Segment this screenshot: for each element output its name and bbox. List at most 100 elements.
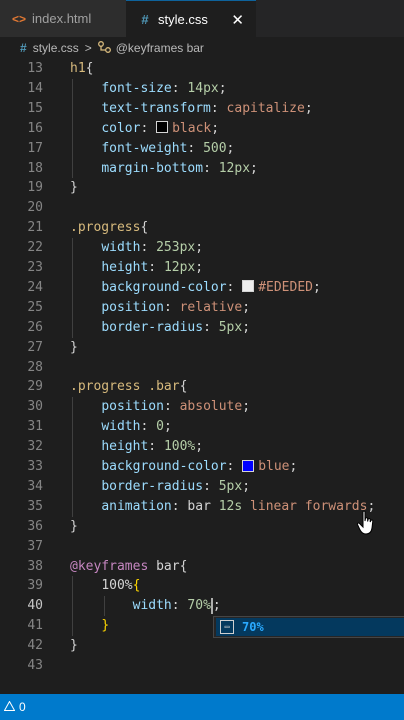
code-line[interactable]: 22 width: 253px;: [0, 238, 404, 258]
code-line[interactable]: 30 position: absolute;: [0, 397, 404, 417]
code-token: width: [101, 240, 141, 256]
code-token: 0: [156, 419, 164, 435]
code-token: height: [101, 439, 149, 455]
indent-guide: [72, 238, 73, 338]
code-line[interactable]: 18 margin-bottom: 12px;: [0, 159, 404, 179]
color-swatch[interactable]: [242, 280, 255, 293]
tab-index-html[interactable]: <> index.html: [0, 0, 126, 37]
code-line[interactable]: 37: [0, 537, 404, 557]
autocomplete-popup[interactable]: ▭ 70%: [213, 616, 404, 638]
code-editor[interactable]: 13 h1{14 font-size: 14px; 15 text-transfor…: [0, 59, 404, 690]
code-line[interactable]: 42}: [0, 636, 404, 656]
code-line[interactable]: 28: [0, 358, 404, 378]
line-code: }: [70, 636, 78, 656]
suggestion-item[interactable]: 70%: [242, 620, 264, 634]
line-number: 43: [27, 658, 43, 673]
line-number: 26: [27, 319, 43, 335]
code-line[interactable]: 36}: [0, 517, 404, 537]
line-number: 24: [27, 279, 43, 295]
code-line[interactable]: 24 background-color: #EDEDED;: [0, 278, 404, 298]
code-token: :: [171, 598, 188, 614]
value-icon: ▭: [220, 620, 234, 634]
code-token: width: [132, 598, 172, 614]
line-number: 36: [27, 518, 43, 534]
code-token: border-radius: [101, 478, 204, 494]
code-token: ;: [242, 299, 251, 315]
code-line[interactable]: 17 font-weight: 500;: [0, 139, 404, 159]
code-token: :: [148, 439, 164, 455]
line-code: }: [70, 338, 78, 358]
code-token: font-size: [101, 80, 172, 96]
hand-pointer-icon: [356, 510, 378, 542]
code-token: color: [101, 120, 141, 136]
color-swatch[interactable]: [156, 121, 169, 134]
code-line[interactable]: 31 width: 0;: [0, 417, 404, 437]
code-token: linear forwards: [242, 498, 368, 514]
breadcrumb-file[interactable]: style.css: [33, 41, 79, 55]
code-line[interactable]: 26 border-radius: 5px;: [0, 318, 404, 338]
code-line[interactable]: 34 border-radius: 5px;: [0, 477, 404, 497]
line-number: 27: [27, 339, 43, 355]
code-token: font-weight: [101, 140, 188, 156]
line-number: 39: [27, 578, 43, 594]
code-line[interactable]: 32 height: 100%;: [0, 437, 404, 457]
code-token: blue: [258, 459, 290, 474]
line-number: 28: [27, 359, 43, 375]
line-number: 40: [27, 598, 43, 614]
line-code: border-radius: 5px;: [70, 318, 250, 338]
line-number: 33: [27, 459, 43, 474]
code-line[interactable]: 39 100%{: [0, 576, 404, 596]
breadcrumb-symbol[interactable]: @keyframes bar: [116, 41, 204, 55]
code-line[interactable]: 23 height: 12px;: [0, 258, 404, 278]
tab-bar: <> index.html # style.css ✕: [0, 0, 404, 38]
code-line[interactable]: 35 animation: bar 12s linear forwards;: [0, 497, 404, 517]
line-number: 31: [27, 419, 43, 435]
code-line[interactable]: 20: [0, 198, 404, 218]
code-token: ;: [226, 140, 235, 156]
code-token: @keyframes: [70, 558, 149, 574]
code-token: 12px: [163, 260, 196, 275]
close-icon[interactable]: ✕: [231, 11, 244, 29]
code-line[interactable]: 43: [0, 656, 404, 676]
code-line[interactable]: 29 .progress .bar{: [0, 377, 404, 397]
code-line[interactable]: 33 background-color: blue;: [0, 457, 404, 477]
tab-style-css[interactable]: # style.css ✕: [126, 0, 256, 38]
code-line[interactable]: 25 position: relative;: [0, 298, 404, 318]
line-number: 21: [27, 220, 43, 236]
code-token: :: [226, 459, 243, 474]
code-token: 5px: [218, 319, 243, 335]
line-number: 37: [27, 538, 43, 554]
code-line[interactable]: 21 .progress{: [0, 218, 404, 238]
problems-count[interactable]: 0: [19, 700, 26, 714]
code-token: ;: [289, 459, 298, 474]
color-swatch[interactable]: [242, 459, 255, 472]
code-line[interactable]: 40 width: 70%;: [0, 596, 404, 616]
line-code: height: 100%;: [70, 437, 203, 457]
line-number: 25: [27, 299, 43, 315]
code-token: :: [163, 299, 180, 315]
code-line[interactable]: 15 text-transform: capitalize;: [0, 99, 404, 119]
line-number: 32: [27, 439, 43, 455]
warning-icon[interactable]: [3, 699, 16, 714]
code-line[interactable]: 13 h1{: [0, 59, 404, 79]
tab-label: style.css: [158, 12, 208, 27]
code-line[interactable]: 27}: [0, 338, 404, 358]
code-line[interactable]: 38 @keyframes bar{: [0, 557, 404, 577]
line-code: width: 253px;: [70, 238, 203, 258]
code-line[interactable]: 19}: [0, 178, 404, 198]
code-token: ;: [195, 240, 204, 256]
code-line[interactable]: 16 color: black;: [0, 119, 404, 139]
code-token: bar: [148, 558, 180, 574]
code-token: }: [70, 638, 78, 654]
line-number: 22: [27, 240, 43, 256]
code-token: :: [210, 100, 227, 116]
code-line[interactable]: 14 font-size: 14px;: [0, 79, 404, 99]
